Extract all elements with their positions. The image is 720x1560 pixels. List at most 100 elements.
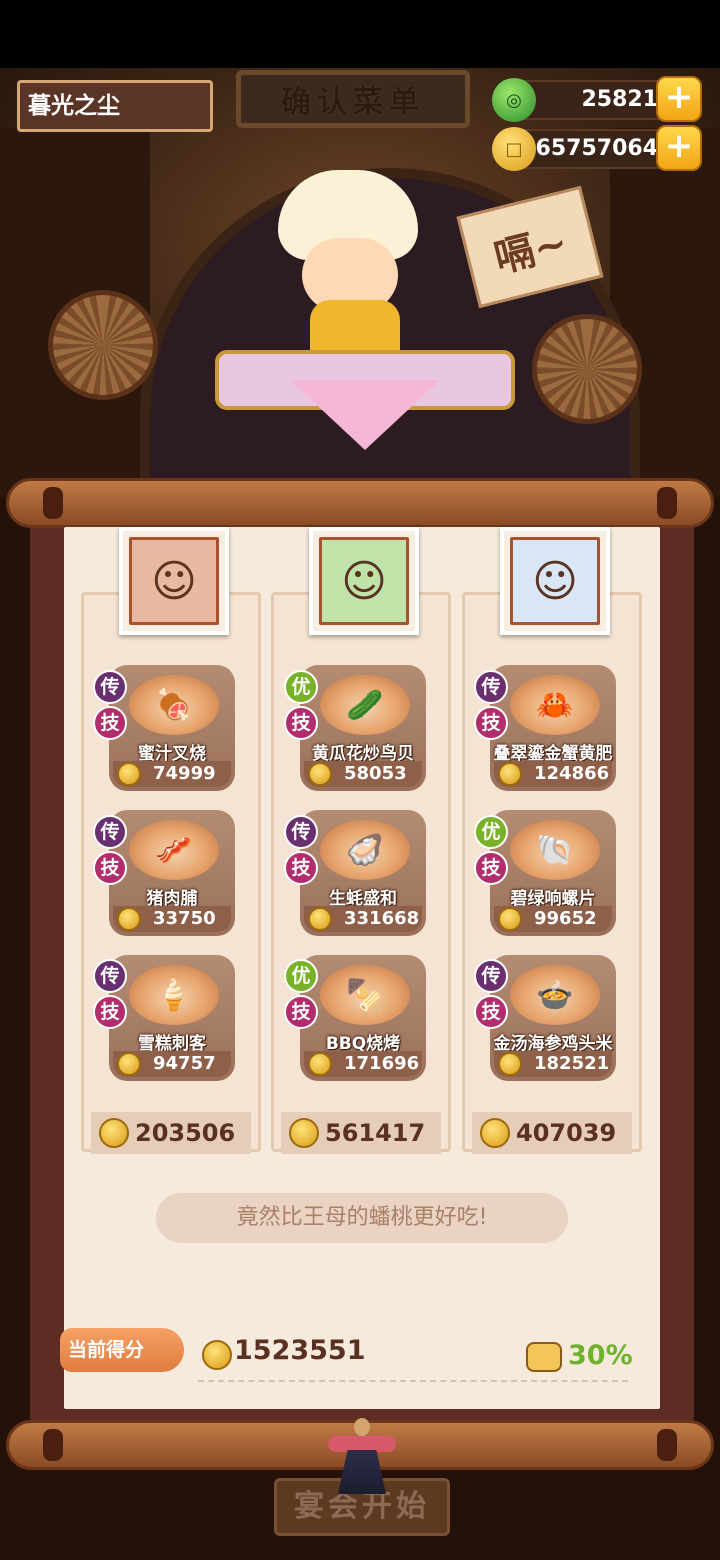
skill-badge: 技 [284, 995, 318, 1029]
dish-price-value: 331668 [344, 908, 420, 929]
chef-portrait-3[interactable]: ☺ [500, 527, 610, 635]
gold-coin-icon [117, 907, 141, 931]
column-total: 407039 [472, 1112, 632, 1154]
dish-price-value: 99652 [534, 908, 597, 929]
dish-image: 🍦 [129, 965, 219, 1025]
gold-coin-icon [308, 907, 332, 931]
grade-badge: 传 [474, 670, 508, 704]
skill-badge: 技 [93, 706, 127, 740]
skill-badge: 技 [284, 851, 318, 885]
dish-price: 33750 [113, 906, 231, 932]
grade-badge: 优 [474, 815, 508, 849]
player-name: 暮光之尘 [17, 80, 213, 132]
paper-fan-left [48, 290, 158, 400]
grade-badge: 优 [284, 959, 318, 993]
dish-price-value: 33750 [153, 908, 216, 929]
rod-knob-right [657, 487, 677, 519]
dish-price: 74999 [113, 761, 231, 787]
dish-card[interactable]: 🍲 金汤海参鸡头米 182521 [490, 955, 616, 1081]
skill-badge: 技 [474, 995, 508, 1029]
grade-badge: 传 [284, 815, 318, 849]
chef-portrait-1[interactable]: ☺ [119, 527, 229, 635]
dish-image: 🥓 [129, 820, 219, 880]
dish-image: 🦪 [320, 820, 410, 880]
gold-coin-icon [498, 907, 522, 931]
coin-amount: 65757064 [535, 136, 658, 161]
tassel-ornament [328, 1418, 396, 1494]
dish-price: 99652 [494, 906, 612, 932]
chef-portrait-2[interactable]: ☺ [309, 527, 419, 635]
dish-image: 🦀 [510, 675, 600, 735]
dish-price-value: 74999 [153, 763, 216, 784]
menu-title-sign: 确认菜单 [236, 70, 470, 128]
gold-coin-icon [480, 1118, 510, 1148]
dish-image: 🐚 [510, 820, 600, 880]
dish-price: 182521 [494, 1051, 612, 1077]
current-score-value: 1523551 [234, 1335, 366, 1366]
add-coin-button[interactable]: + [656, 125, 702, 171]
dish-image: 🍢 [320, 965, 410, 1025]
gold-coin-icon [202, 1340, 232, 1370]
paper-fan-right [532, 314, 642, 424]
dish-price: 124866 [494, 761, 612, 787]
bonus-percent: 30% [568, 1340, 633, 1371]
skill-badge: 技 [93, 851, 127, 885]
dish-card[interactable]: 🍖 蜜汁叉烧 74999 [109, 665, 235, 791]
dish-image: 🍖 [129, 675, 219, 735]
dish-price: 331668 [304, 906, 422, 932]
bonus-treasure-icon [526, 1342, 562, 1372]
gold-coin-icon [289, 1118, 319, 1148]
tassel-fringe [338, 1450, 386, 1494]
judge-character [270, 160, 430, 370]
column-total-value: 203506 [135, 1119, 236, 1147]
column-total: 561417 [281, 1112, 441, 1154]
gold-coin-icon [308, 762, 332, 786]
skill-badge: 技 [474, 851, 508, 885]
rod-knob-left [43, 487, 63, 519]
grade-badge: 优 [284, 670, 318, 704]
skill-badge: 技 [284, 706, 318, 740]
dish-image: 🍲 [510, 965, 600, 1025]
chef-face-icon: ☺ [129, 537, 219, 625]
dish-price: 58053 [304, 761, 422, 787]
gold-coin-icon [308, 1052, 332, 1076]
score-divider [198, 1380, 628, 1382]
gold-coin-icon: □ [492, 127, 536, 171]
tassel-knot [354, 1418, 370, 1436]
grade-badge: 传 [93, 670, 127, 704]
dish-card[interactable]: 🍢 BBQ烧烤 171696 [300, 955, 426, 1081]
dish-card[interactable]: 🦪 生蚝盛和 331668 [300, 810, 426, 936]
status-bar [0, 0, 720, 68]
column-total: 203506 [91, 1112, 251, 1154]
chef-face-icon: ☺ [510, 537, 600, 625]
gold-coin-icon [117, 1052, 141, 1076]
dish-card[interactable]: 🥒 黄瓜花炒鸟贝 58053 [300, 665, 426, 791]
rod-knob-left [43, 1429, 63, 1461]
dish-price-value: 182521 [534, 1053, 610, 1074]
judge-comment: 竟然比王母的蟠桃更好吃! [156, 1193, 568, 1243]
jade-coin-icon: ◎ [492, 78, 536, 122]
dish-price-value: 58053 [344, 763, 407, 784]
dish-price-value: 124866 [534, 763, 610, 784]
scroll-rod-top [6, 478, 714, 528]
jade-amount: 25821 [581, 87, 658, 112]
dish-price-value: 94757 [153, 1053, 216, 1074]
coin-currency: □ 65757064 + [492, 125, 702, 171]
jade-currency: ◎ 25821 + [492, 76, 702, 122]
chef-face-icon: ☺ [319, 537, 409, 625]
dish-price: 171696 [304, 1051, 422, 1077]
add-jade-button[interactable]: + [656, 76, 702, 122]
gold-coin-icon [99, 1118, 129, 1148]
skill-badge: 技 [474, 706, 508, 740]
dish-card[interactable]: 🥓 猪肉脯 33750 [109, 810, 235, 936]
dish-card[interactable]: 🍦 雪糕刺客 94757 [109, 955, 235, 1081]
dish-card[interactable]: 🐚 碧绿响螺片 99652 [490, 810, 616, 936]
column-total-value: 407039 [516, 1119, 617, 1147]
column-total-value: 561417 [325, 1119, 426, 1147]
grade-badge: 传 [474, 959, 508, 993]
dish-card[interactable]: 🦀 叠翠鎏金蟹黄肥 124866 [490, 665, 616, 791]
rod-knob-right [657, 1429, 677, 1461]
dish-image: 🥒 [320, 675, 410, 735]
current-score-label: 当前得分 [60, 1328, 184, 1372]
grade-badge: 传 [93, 815, 127, 849]
